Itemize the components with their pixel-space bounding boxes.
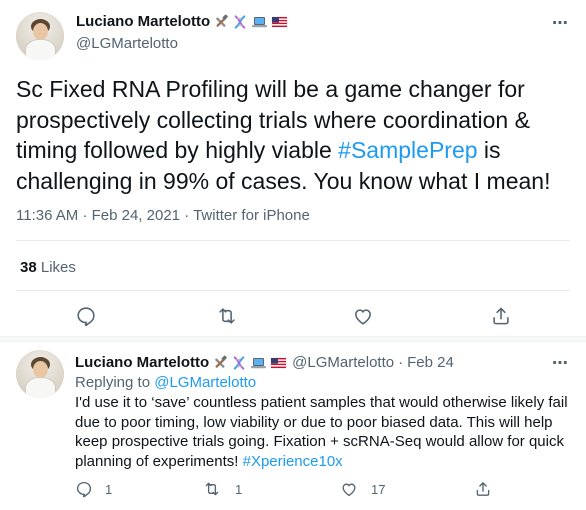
- hammer-and-wrench-icon: [212, 355, 228, 371]
- likes-count: 38: [20, 259, 37, 276]
- hashtag-link[interactable]: #Xperience10x: [243, 453, 343, 470]
- laptop-icon: [250, 355, 267, 371]
- share-button[interactable]: [490, 305, 512, 327]
- share-button[interactable]: [474, 480, 492, 498]
- mention-link[interactable]: @LGMartelotto: [154, 374, 256, 391]
- retweet-button[interactable]: 1: [203, 480, 242, 498]
- reply-button[interactable]: 1: [75, 480, 112, 498]
- display-name[interactable]: Luciano Martelotto: [75, 354, 209, 371]
- share-icon: [474, 480, 492, 498]
- replying-label: Replying to: [75, 374, 151, 391]
- reply-icon: [75, 480, 93, 498]
- hammer-and-wrench-icon: [213, 14, 229, 30]
- tweet-time[interactable]: 11:36 AM: [16, 207, 78, 224]
- laptop-icon: [251, 14, 268, 30]
- author-handle[interactable]: @LGMartelotto: [292, 354, 394, 371]
- replying-to: Replying to @LGMartelotto: [75, 374, 256, 391]
- us-flag-icon: [271, 14, 288, 30]
- retweet-count: 1: [235, 481, 243, 497]
- avatar[interactable]: [16, 12, 64, 60]
- like-icon: [352, 305, 374, 327]
- reply-author-row: Luciano Martelotto @LGMartelotto · Feb 2…: [75, 354, 454, 371]
- like-icon: [340, 480, 358, 498]
- likes-count-link[interactable]: 38 Likes: [20, 259, 76, 276]
- meta-separator: ·: [82, 207, 88, 224]
- reply-icon: [75, 305, 97, 327]
- like-button[interactable]: 17: [340, 480, 385, 498]
- main-tweet: Luciano Martelotto @LGMartelotto ⋯ Sc Fi…: [0, 0, 586, 340]
- tweet-metadata: 11:36 AM · Feb 24, 2021 · Twitter for iP…: [16, 207, 310, 224]
- like-count: 17: [371, 481, 386, 497]
- tweet-source[interactable]: Twitter for iPhone: [193, 207, 310, 224]
- hashtag-link[interactable]: #SamplePrep: [338, 137, 477, 163]
- likes-label: Likes: [40, 259, 76, 276]
- divider: [16, 240, 570, 241]
- more-options-icon[interactable]: ⋯: [552, 353, 569, 373]
- tweet-text: Sc Fixed RNA Profiling will be a game ch…: [16, 74, 571, 196]
- thread-divider: [0, 336, 586, 342]
- like-button[interactable]: [352, 305, 374, 327]
- divider: [16, 290, 570, 291]
- dna-icon: [232, 14, 248, 30]
- avatar[interactable]: [16, 350, 64, 398]
- handle-row: @LGMartelotto: [76, 35, 178, 52]
- display-name[interactable]: Luciano Martelotto: [76, 13, 210, 30]
- share-icon: [490, 305, 512, 327]
- reply-count: 1: [105, 481, 113, 497]
- more-options-icon[interactable]: ⋯: [552, 13, 569, 33]
- tweet-date[interactable]: Feb 24: [407, 354, 454, 371]
- reply-tweet-text: I'd use it to ‘save’ countless patient s…: [75, 393, 570, 471]
- tweet-date[interactable]: Feb 24, 2021: [92, 207, 180, 224]
- author-handle[interactable]: @LGMartelotto: [76, 35, 178, 52]
- us-flag-icon: [270, 355, 287, 371]
- reply-button[interactable]: [75, 305, 97, 327]
- dna-icon: [231, 355, 247, 371]
- retweet-icon: [203, 480, 221, 498]
- retweet-button[interactable]: [216, 305, 238, 327]
- retweet-icon: [216, 305, 238, 327]
- meta-separator: ·: [398, 354, 404, 371]
- meta-separator: ·: [184, 207, 190, 224]
- author-name-row: Luciano Martelotto: [76, 13, 288, 30]
